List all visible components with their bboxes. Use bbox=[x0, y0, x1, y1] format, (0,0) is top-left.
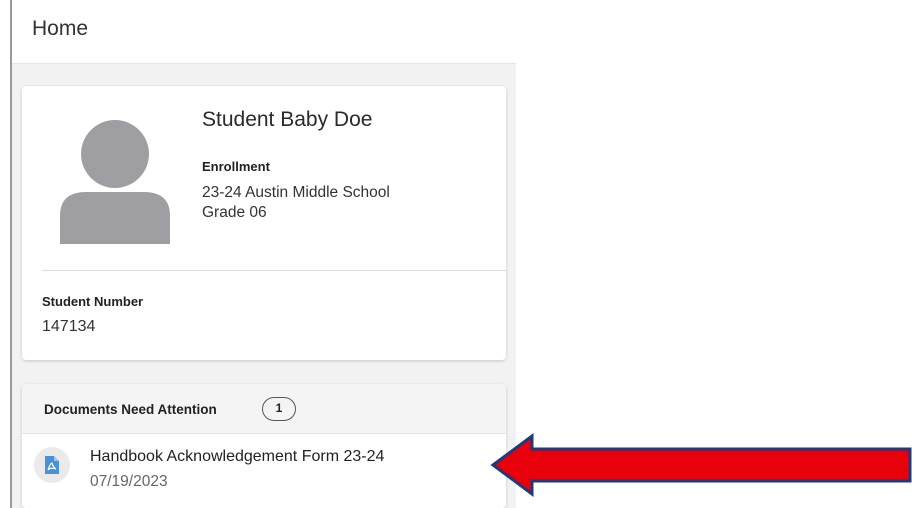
person-silhouette-icon bbox=[60, 114, 170, 244]
documents-header: Documents Need Attention 1 bbox=[22, 384, 506, 434]
enrollment-grade: Grade 06 bbox=[202, 204, 267, 221]
documents-title: Documents Need Attention bbox=[44, 402, 217, 417]
pdf-document-icon bbox=[34, 447, 70, 483]
page-title: Home bbox=[32, 17, 89, 40]
divider bbox=[42, 270, 506, 271]
student-name: Student Baby Doe bbox=[202, 108, 373, 131]
enrollment-label: Enrollment bbox=[202, 159, 270, 174]
document-item[interactable]: Handbook Acknowledgement Form 23-24 07/1… bbox=[22, 434, 506, 508]
red-arrow-annotation bbox=[490, 433, 912, 497]
documents-count-badge: 1 bbox=[262, 397, 296, 421]
enrollment-school: 23-24 Austin Middle School bbox=[202, 184, 390, 201]
documents-card: Documents Need Attention 1 Handbook Ackn… bbox=[22, 384, 506, 508]
student-number-label: Student Number bbox=[42, 294, 144, 309]
document-name-link[interactable]: Handbook Acknowledgement Form 23-24 bbox=[90, 448, 384, 466]
student-number-value: 147134 bbox=[42, 318, 96, 335]
student-profile-card: Student Baby Doe Enrollment 23-24 Austin… bbox=[22, 86, 506, 360]
document-date: 07/19/2023 bbox=[90, 473, 168, 490]
page-header: Home bbox=[12, 0, 516, 64]
